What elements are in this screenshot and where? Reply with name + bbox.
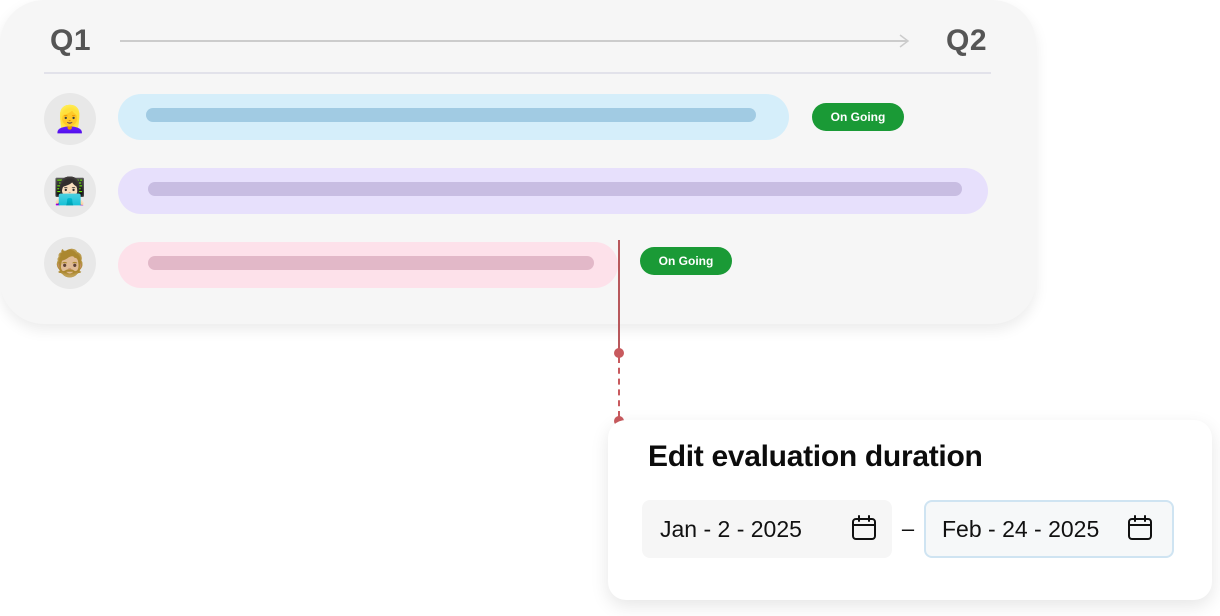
end-date-field[interactable]: Feb - 24 - 2025 [924, 500, 1174, 558]
red-haired-man-avatar-icon: 🧔🏼 [53, 248, 87, 278]
calendar-icon[interactable] [1126, 514, 1154, 542]
timeline-bar-fill [146, 108, 756, 122]
avatar[interactable]: 👱‍♀️ [44, 93, 96, 145]
date-range-separator: – [901, 516, 915, 541]
status-badge: On Going [640, 247, 732, 275]
header-divider [44, 72, 991, 74]
timeline-bar-fill [148, 182, 962, 196]
end-date-value: Feb - 24 - 2025 [942, 515, 1100, 542]
start-date-field[interactable]: Jan - 2 - 2025 [642, 500, 892, 558]
calendar-icon[interactable] [850, 514, 878, 542]
bar-end-handle[interactable] [618, 240, 620, 353]
timeline-bar-fill [148, 256, 594, 270]
timeline-card: Q1 Q2 👱‍♀️ On Going 👩🏻‍💻 🧔🏼 On Going [0, 0, 1036, 324]
connector-dashed-line [618, 357, 620, 417]
woman-technologist-avatar-icon: 👩🏻‍💻 [53, 176, 87, 206]
status-badge: On Going [812, 103, 904, 131]
timeline-start-label: Q1 [50, 24, 92, 57]
avatar[interactable]: 🧔🏼 [44, 237, 96, 289]
timeline-bar[interactable] [118, 168, 988, 214]
dialog-title: Edit evaluation duration [648, 440, 983, 473]
timeline-bar[interactable] [118, 94, 789, 140]
avatar[interactable]: 👩🏻‍💻 [44, 165, 96, 217]
start-date-value: Jan - 2 - 2025 [660, 515, 802, 542]
timeline-bar[interactable] [118, 242, 618, 288]
edit-duration-dialog: Edit evaluation duration Jan - 2 - 2025 … [608, 420, 1212, 600]
timeline-end-label: Q2 [946, 24, 988, 57]
timeline-arrow-icon [120, 34, 910, 48]
blonde-woman-avatar-icon: 👱‍♀️ [53, 104, 87, 134]
